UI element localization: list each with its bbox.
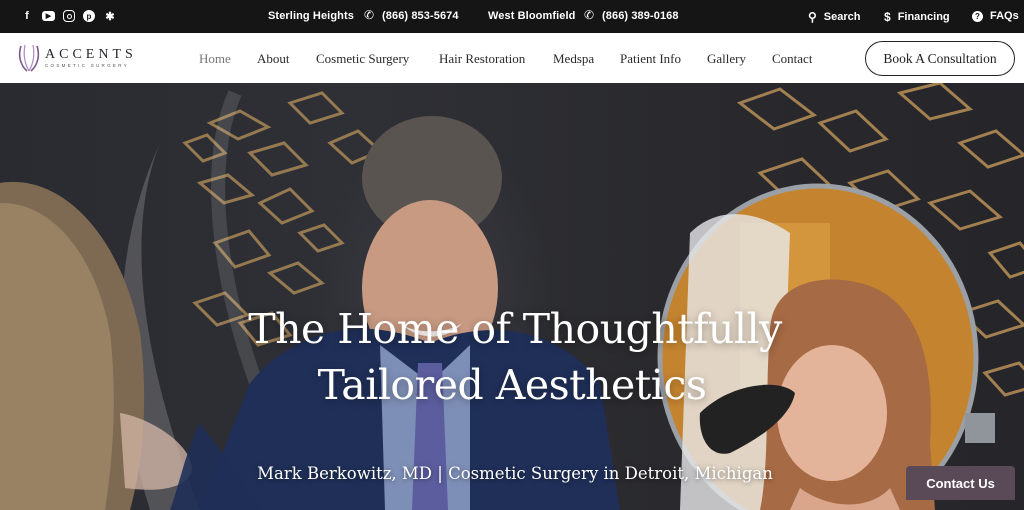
nav-item-medspa[interactable]: Medspa <box>553 51 594 67</box>
nav-item-hair-restoration[interactable]: Hair Restoration <box>439 51 525 67</box>
location-sterling-heights: Sterling Heights <box>268 10 354 22</box>
faqs-label: FAQs <box>990 10 1019 22</box>
phone-icon: ✆ <box>584 8 595 22</box>
brand-logo[interactable]: ACCENTS COSMETIC SURGERY <box>17 42 137 74</box>
nav-item-gallery[interactable]: Gallery <box>707 51 746 67</box>
instagram-icon[interactable] <box>63 10 75 22</box>
nav-item-home[interactable]: Home <box>199 51 231 67</box>
yelp-icon[interactable]: ✱ <box>103 9 117 23</box>
hero-headline: The Home of Thoughtfully Tailored Aesthe… <box>0 301 1024 413</box>
hero-headline-line-2: Tailored Aesthetics <box>317 361 707 409</box>
question-icon: ? <box>972 10 983 22</box>
nav-item-patient-info[interactable]: Patient Info <box>620 51 681 67</box>
search-label: Search <box>823 11 861 23</box>
hero-headline-line-1: The Home of Thoughtfully <box>248 305 782 353</box>
dollar-icon: $ <box>884 10 891 24</box>
brand-tagline: COSMETIC SURGERY <box>45 63 129 68</box>
brand-name: ACCENTS <box>45 47 137 62</box>
book-consultation-button[interactable]: Book A Consultation <box>865 41 1015 76</box>
financing-label: Financing <box>897 11 950 23</box>
main-navigation: ACCENTS COSMETIC SURGERY Home About Cosm… <box>0 33 1024 83</box>
nav-item-about[interactable]: About <box>257 51 290 67</box>
nav-item-contact[interactable]: Contact <box>772 51 812 67</box>
search-link[interactable]: ⚲ Search <box>808 10 861 24</box>
phone-icon: ✆ <box>364 8 375 22</box>
social-links: f ▶ p ✱ <box>20 9 117 23</box>
logo-mark-icon <box>18 44 40 72</box>
youtube-icon[interactable]: ▶ <box>42 11 55 21</box>
location-west-bloomfield: West Bloomfield <box>488 10 576 22</box>
facebook-icon[interactable]: f <box>20 9 34 23</box>
phone-west-bloomfield-link[interactable]: (866) 389-0168 <box>602 10 679 22</box>
nav-item-cosmetic-surgery[interactable]: Cosmetic Surgery <box>316 51 409 67</box>
phone-sterling-heights-link[interactable]: (866) 853-5674 <box>382 10 459 22</box>
financing-link[interactable]: $ Financing <box>884 10 950 24</box>
hero-banner: The Home of Thoughtfully Tailored Aesthe… <box>0 83 1024 510</box>
pinterest-icon[interactable]: p <box>83 10 95 22</box>
hero-background-image <box>0 83 1024 510</box>
faqs-link[interactable]: ? FAQs <box>972 10 1019 22</box>
top-utility-bar: f ▶ p ✱ Sterling Heights ✆ (866) 853-567… <box>0 0 1024 33</box>
hero-subtitle: Mark Berkowitz, MD | Cosmetic Surgery in… <box>257 464 773 483</box>
contact-us-button[interactable]: Contact Us <box>906 466 1015 500</box>
search-icon: ⚲ <box>808 10 817 24</box>
